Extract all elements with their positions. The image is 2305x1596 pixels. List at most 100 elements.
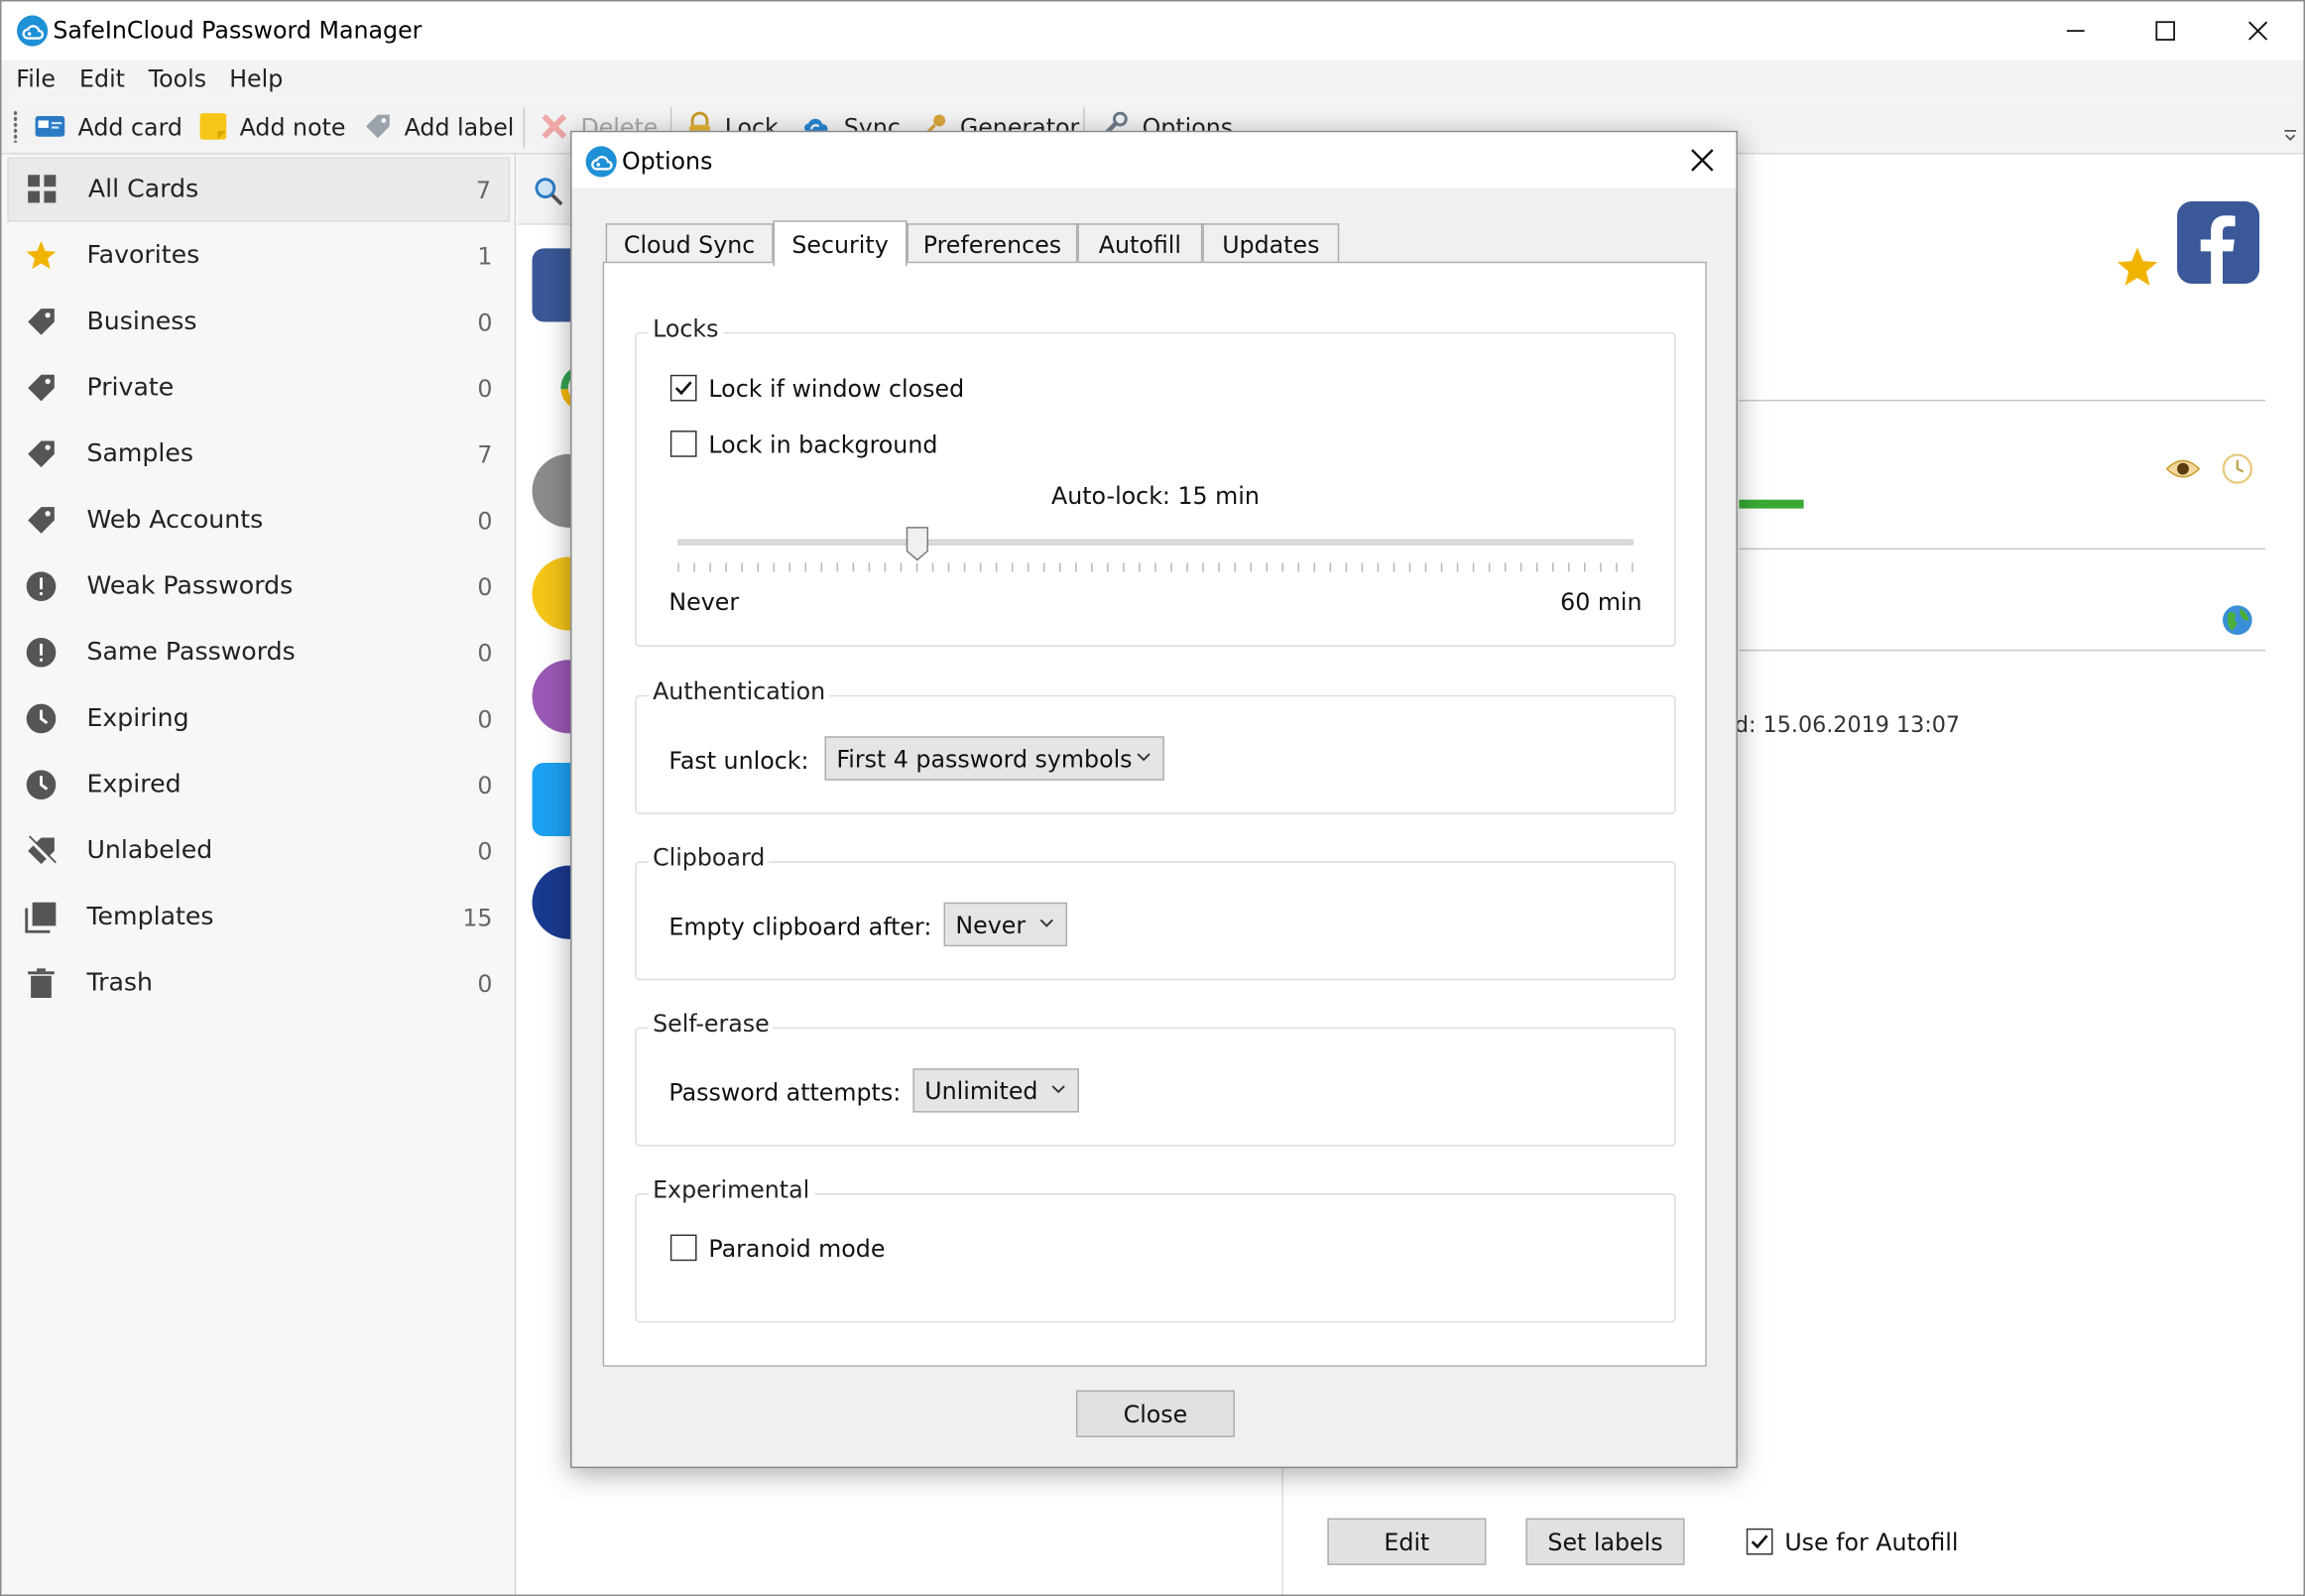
sidebar-item-expired[interactable]: Expired 0 — [7, 753, 510, 817]
empty-clipboard-select[interactable]: Never — [943, 902, 1068, 947]
tab-preferences[interactable]: Preferences — [907, 223, 1078, 264]
sidebar-item-weak-passwords[interactable]: Weak Passwords 0 — [7, 554, 510, 619]
untag-icon — [26, 835, 57, 866]
sidebar-item-business[interactable]: Business 0 — [7, 290, 510, 354]
menu-file[interactable]: File — [16, 64, 56, 92]
sidebar-item-label: Web Accounts — [86, 505, 264, 536]
sidebar-item-web-accounts[interactable]: Web Accounts 0 — [7, 488, 510, 552]
minimize-button[interactable] — [2030, 1, 2122, 60]
window-title: SafeInCloud Password Manager — [53, 16, 423, 45]
templates-icon — [25, 902, 57, 933]
note-icon — [199, 113, 227, 140]
lock-if-closed-checkbox[interactable] — [669, 374, 697, 402]
close-icon — [2247, 21, 2268, 41]
empty-clipboard-value: Never — [955, 910, 1027, 938]
edit-button[interactable]: Edit — [1327, 1518, 1487, 1565]
minimize-icon — [2066, 30, 2085, 33]
experimental-group-title: Experimental — [648, 1175, 814, 1204]
history-clock-icon[interactable] — [2222, 452, 2254, 485]
fast-unlock-value: First 4 password symbols — [836, 744, 1133, 773]
sidebar-item-label: Business — [86, 307, 197, 337]
toolbar-overflow-icon[interactable] — [2283, 128, 2298, 143]
sidebar-item-count: 0 — [477, 771, 493, 799]
main-window: SafeInCloud Password Manager File Edit T… — [0, 0, 2305, 1596]
show-password-eye-icon[interactable] — [2165, 455, 2201, 482]
alert-icon — [26, 638, 57, 668]
sidebar-item-unlabeled[interactable]: Unlabeled 0 — [7, 818, 510, 883]
star-icon — [26, 240, 57, 270]
authentication-group-title: Authentication — [648, 677, 830, 706]
sidebar-item-count: 7 — [475, 176, 492, 204]
sidebar-item-expiring[interactable]: Expiring 0 — [7, 686, 510, 751]
tab-autofill[interactable]: Autofill — [1077, 223, 1203, 264]
checkmark-icon — [674, 381, 692, 396]
checkmark-icon — [1751, 1535, 1768, 1549]
sidebar-item-all-cards[interactable]: All Cards 7 — [7, 157, 511, 222]
dialog-title: Options — [621, 147, 713, 176]
set-labels-button[interactable]: Set labels — [1525, 1518, 1685, 1565]
autolock-slider-track[interactable] — [677, 539, 1634, 546]
lock-in-background-label: Lock in background — [708, 430, 938, 459]
sidebar-item-count: 0 — [477, 836, 493, 865]
add-card-button[interactable]: Add card — [34, 104, 182, 148]
tag-icon — [28, 440, 55, 468]
chevron-down-icon — [1137, 753, 1151, 762]
sidebar-item-count: 0 — [477, 969, 493, 998]
sidebar-item-count: 7 — [477, 439, 493, 468]
sidebar-item-count: 0 — [477, 638, 493, 667]
password-attempts-select[interactable]: Unlimited — [912, 1068, 1079, 1113]
tab-updates[interactable]: Updates — [1202, 223, 1340, 264]
tag-icon — [28, 374, 55, 402]
card-icon — [35, 116, 65, 137]
security-tab-panel: Locks Lock if window closed Lock in back… — [602, 261, 1707, 1367]
add-label-button[interactable]: Add label — [363, 104, 514, 148]
divider — [1739, 649, 2265, 652]
paranoid-mode-label: Paranoid mode — [708, 1234, 886, 1263]
menu-edit[interactable]: Edit — [79, 64, 125, 92]
password-attempts-label: Password attempts: — [668, 1078, 902, 1107]
divider — [1739, 548, 2265, 551]
lock-in-background-checkbox[interactable] — [669, 430, 697, 457]
self-erase-group-title: Self-erase — [648, 1009, 775, 1038]
autolock-slider-thumb[interactable] — [905, 526, 928, 561]
tag-icon — [28, 507, 55, 534]
sidebar-item-label: Expiring — [86, 703, 189, 734]
sidebar-item-templates[interactable]: Templates 15 — [7, 885, 510, 949]
divider — [1739, 399, 2265, 402]
close-button[interactable]: Close — [1075, 1390, 1235, 1437]
maximize-icon — [2155, 21, 2175, 41]
clipboard-group-title: Clipboard — [648, 843, 770, 872]
clock-icon — [26, 770, 57, 799]
options-dialog: Options Cloud Sync Security Preferences … — [570, 130, 1738, 1469]
dialog-title-bar: Options — [571, 132, 1737, 188]
add-note-button[interactable]: Add note — [198, 104, 345, 148]
sidebar-item-label: Private — [86, 373, 175, 403]
paranoid-mode-checkbox[interactable] — [669, 1234, 697, 1262]
tab-cloud-sync[interactable]: Cloud Sync — [605, 223, 774, 264]
slider-ticks — [677, 562, 1634, 572]
close-window-button[interactable] — [2213, 1, 2304, 60]
chevron-down-icon — [1039, 919, 1053, 927]
toolbar-grip[interactable] — [13, 110, 18, 143]
password-strength-bar — [1739, 499, 1804, 509]
sidebar-item-favorites[interactable]: Favorites 1 — [7, 223, 510, 288]
sidebar-item-trash[interactable]: Trash 0 — [7, 951, 510, 1016]
close-icon[interactable] — [1686, 144, 1719, 177]
use-for-autofill-checkbox[interactable] — [1746, 1528, 1773, 1555]
locks-group-title: Locks — [648, 314, 723, 343]
globe-icon[interactable] — [2222, 604, 2254, 637]
sidebar-item-private[interactable]: Private 0 — [7, 356, 510, 421]
menu-help[interactable]: Help — [229, 64, 283, 92]
maximize-button[interactable] — [2120, 1, 2211, 60]
favorite-star-icon[interactable] — [2116, 245, 2159, 289]
fast-unlock-select[interactable]: First 4 password symbols — [824, 736, 1164, 781]
sidebar-item-count: 0 — [477, 374, 493, 403]
sidebar-item-same-passwords[interactable]: Same Passwords 0 — [7, 620, 510, 684]
menu-tools[interactable]: Tools — [149, 64, 206, 92]
sidebar-item-samples[interactable]: Samples 7 — [7, 422, 510, 486]
tab-security[interactable]: Security — [773, 220, 908, 267]
locks-group: Locks Lock if window closed Lock in back… — [635, 314, 1676, 647]
clock-icon — [26, 703, 57, 734]
trash-icon — [28, 968, 55, 998]
sidebar-item-label: Expired — [86, 770, 182, 799]
